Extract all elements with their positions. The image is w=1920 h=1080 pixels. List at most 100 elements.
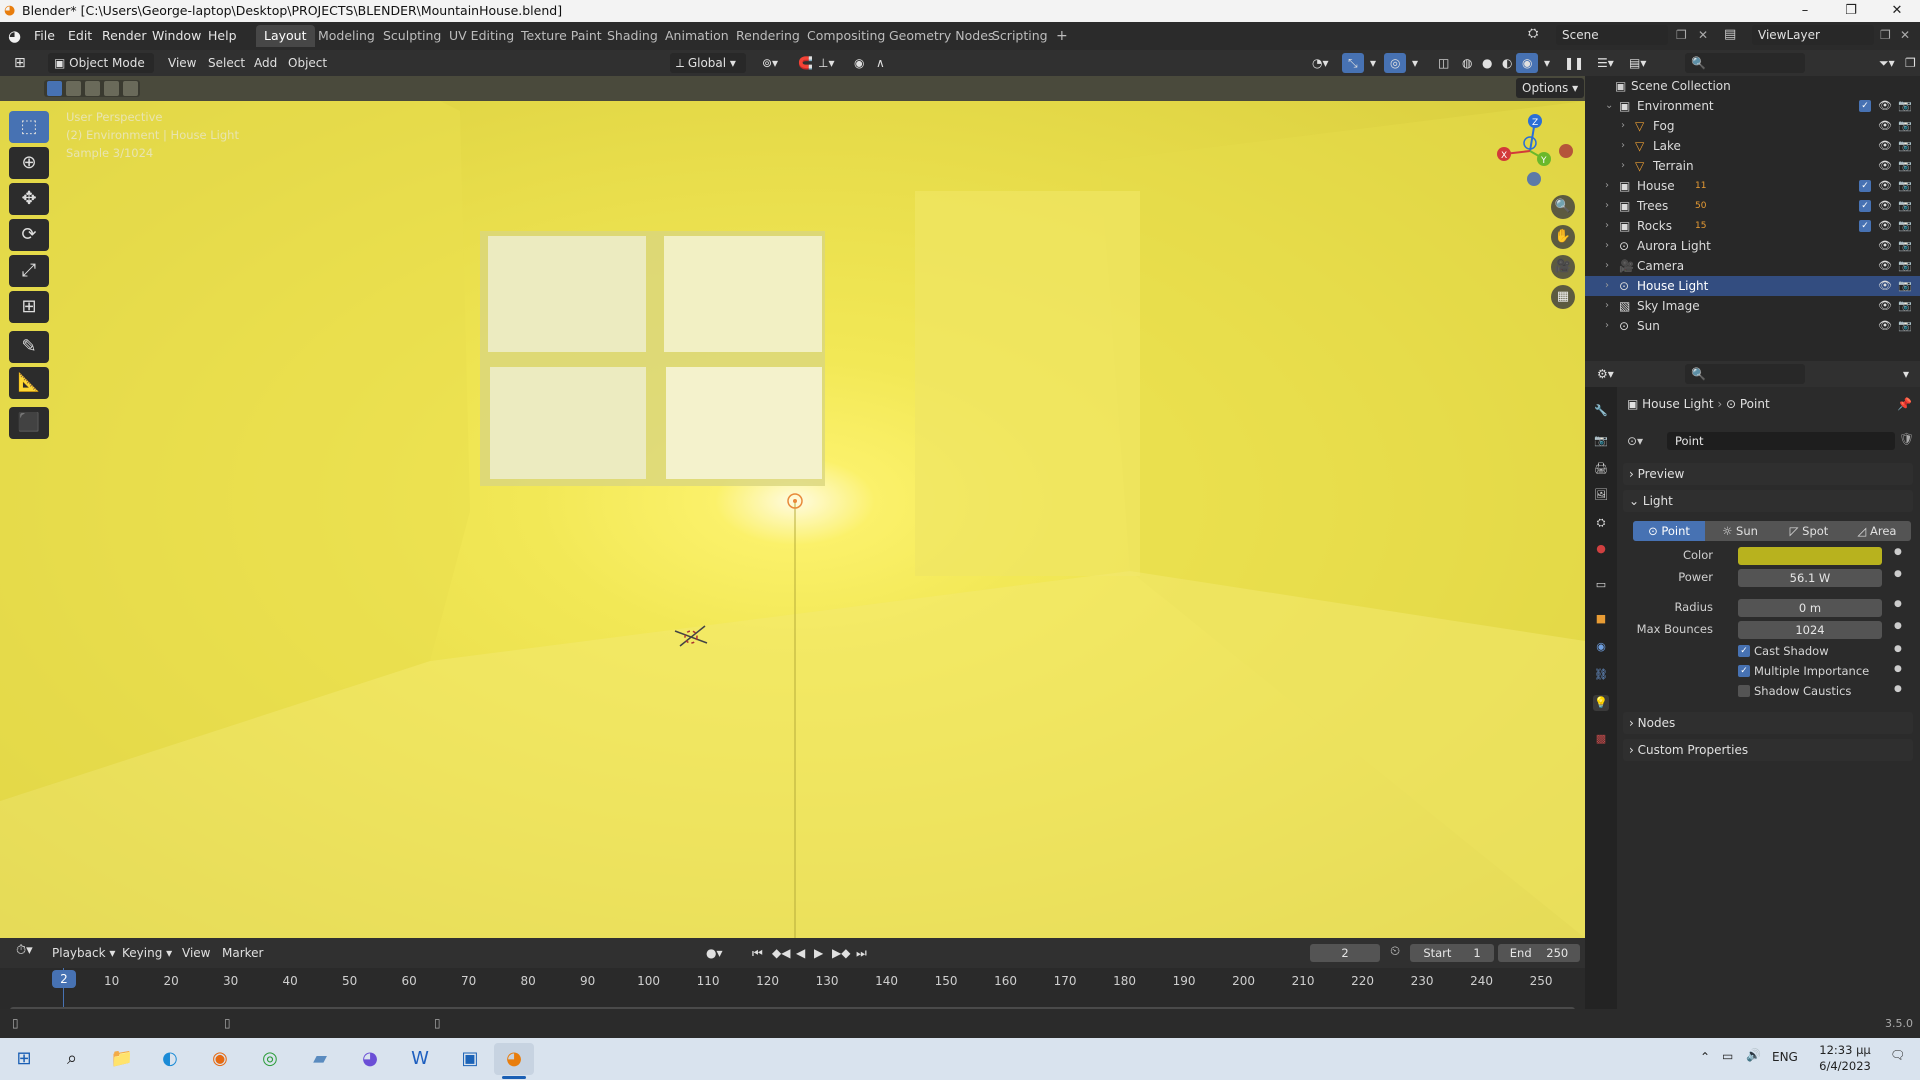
preview-range-icon[interactable]: ⏲ — [1390, 944, 1400, 959]
outliner-row-house-light[interactable]: › ⊙ House Light 👁 📷 — [1585, 276, 1920, 296]
menu-select[interactable]: Select — [202, 53, 251, 73]
clock-date[interactable]: 6/4/2023 — [1815, 1059, 1875, 1073]
light-datablock-icon[interactable]: ⊙▾ — [1627, 431, 1667, 451]
falloff-icon[interactable]: ∧ — [870, 53, 891, 73]
language-indicator[interactable]: ENG — [1772, 1050, 1798, 1064]
new-viewlayer-icon[interactable]: ❐ — [1880, 28, 1891, 42]
firefox-icon[interactable]: ◉ — [200, 1043, 240, 1075]
menu-file[interactable]: File — [34, 28, 55, 43]
visibility-eye-icon[interactable]: 👁 — [1878, 236, 1892, 256]
scene-collection-row[interactable]: ▣ Scene Collection — [1585, 76, 1920, 96]
physics-tab-icon[interactable]: ◉ — [1593, 639, 1609, 655]
expand-toggle-icon[interactable]: › — [1605, 176, 1609, 196]
transform-tool[interactable]: ⊞ — [9, 291, 49, 323]
outliner-editor-type-icon[interactable]: ☰▾ — [1591, 53, 1620, 73]
viewlayer-tab-icon[interactable]: 🖼 — [1593, 487, 1609, 503]
exclude-checkbox[interactable]: ✓ — [1859, 100, 1871, 112]
zoom-view-icon[interactable]: 🔍 — [1551, 195, 1575, 219]
word-icon[interactable]: W — [400, 1043, 440, 1075]
select-extend-icon[interactable] — [66, 81, 81, 96]
remove-viewlayer-icon[interactable]: ✕ — [1900, 28, 1910, 42]
outliner-row-camera[interactable]: › 🎥 Camera 👁 📷 — [1585, 256, 1920, 276]
expand-toggle-icon[interactable]: › — [1605, 276, 1609, 296]
navigation-gizmo[interactable]: Z X Y — [1488, 111, 1578, 191]
exclude-checkbox[interactable]: ✓ — [1859, 200, 1871, 212]
expand-toggle-icon[interactable]: › — [1605, 236, 1609, 256]
proportional-edit-icon[interactable]: ◉ — [848, 53, 870, 73]
outliner-row-house[interactable]: › ▣ House 11 ✓ 👁 📷 — [1585, 176, 1920, 196]
outliner-row-sky-image[interactable]: › ▧ Sky Image 👁 📷 — [1585, 296, 1920, 316]
expand-toggle-icon[interactable]: › — [1621, 156, 1625, 176]
power-field[interactable]: 56.1 W — [1738, 569, 1882, 587]
select-intersect-icon[interactable] — [123, 81, 138, 96]
properties-editor-type-icon[interactable]: ⚙▾ — [1591, 364, 1620, 384]
tab-texture-paint[interactable]: Texture Paint — [513, 25, 610, 47]
maximize-button[interactable]: ❐ — [1828, 0, 1874, 22]
options-dropdown[interactable]: Options ▾ — [1516, 78, 1585, 98]
outliner-row-aurora-light[interactable]: › ⊙ Aurora Light 👁 📷 — [1585, 236, 1920, 256]
new-scene-icon[interactable]: ❐ — [1676, 28, 1687, 42]
outliner-row-fog[interactable]: › ▽ Fog 👁 📷 — [1585, 116, 1920, 136]
camera-view-icon[interactable]: 🎥 — [1551, 255, 1575, 279]
visibility-eye-icon[interactable]: 👁 — [1878, 216, 1892, 236]
render-visibility-icon[interactable]: 📷 — [1898, 116, 1912, 136]
properties-search-input[interactable]: 🔍 — [1685, 364, 1805, 384]
expand-toggle-icon[interactable]: › — [1605, 296, 1609, 316]
tab-sculpting[interactable]: Sculpting — [375, 25, 449, 47]
viewlayer-selector[interactable]: ViewLayer — [1752, 25, 1874, 45]
tray-chevron-icon[interactable]: ⌃ — [1700, 1050, 1710, 1064]
render-visibility-icon[interactable]: 📷 — [1898, 316, 1912, 336]
light-type-sun[interactable]: ☼ Sun — [1705, 521, 1775, 541]
light-type-point[interactable]: ⊙ Point — [1633, 521, 1705, 541]
scene-tab-icon[interactable]: ⛭ — [1593, 515, 1609, 531]
tab-animation[interactable]: Animation — [657, 25, 737, 47]
annotate-tool[interactable]: ✎ — [9, 331, 49, 363]
keyframe-dot-icon[interactable]: ● — [1894, 621, 1902, 631]
panel-custom-properties[interactable]: › Custom Properties — [1623, 739, 1913, 761]
max-bounces-field[interactable]: 1024 — [1738, 621, 1882, 639]
filter-icon[interactable]: ⏷▾ — [1873, 53, 1901, 73]
display-mode-icon[interactable]: ▤▾ — [1623, 53, 1652, 73]
constraints-tab-icon[interactable]: ⛓ — [1593, 667, 1609, 683]
tab-uv-editing[interactable]: UV Editing — [441, 25, 522, 47]
color-swatch[interactable] — [1738, 547, 1882, 565]
panel-light[interactable]: ⌄ Light — [1623, 490, 1913, 512]
menu-object[interactable]: Object — [282, 53, 333, 73]
menu-help[interactable]: Help — [208, 28, 237, 43]
visibility-eye-icon[interactable]: 👁 — [1878, 136, 1892, 156]
visibility-eye-icon[interactable]: 👁 — [1878, 196, 1892, 216]
outliner-row-terrain[interactable]: › ▽ Terrain 👁 📷 — [1585, 156, 1920, 176]
render-visibility-icon[interactable]: 📷 — [1898, 156, 1912, 176]
chrome-icon[interactable]: ◎ — [250, 1043, 290, 1075]
pan-view-icon[interactable]: ✋ — [1551, 225, 1575, 249]
outliner-row-sun[interactable]: › ⊙ Sun 👁 📷 — [1585, 316, 1920, 336]
keyframe-dot-icon[interactable]: ● — [1894, 569, 1902, 579]
pin-icon[interactable]: 📌 — [1897, 397, 1912, 411]
scale-tool[interactable]: ⤢ — [9, 255, 49, 287]
volume-icon[interactable]: 🔊 — [1746, 1048, 1761, 1062]
menu-add[interactable]: Add — [248, 53, 283, 73]
texture-tab-icon[interactable]: ▩ — [1593, 731, 1609, 747]
playhead-frame[interactable]: 2 — [52, 970, 76, 988]
render-visibility-icon[interactable]: 📷 — [1898, 296, 1912, 316]
select-new-icon[interactable] — [47, 81, 62, 96]
exclude-checkbox[interactable]: ✓ — [1859, 220, 1871, 232]
start-frame-field[interactable]: Start 1 — [1410, 944, 1494, 962]
select-invert-icon[interactable] — [104, 81, 119, 96]
menu-render[interactable]: Render — [102, 28, 147, 43]
tab-compositing[interactable]: Compositing — [799, 25, 893, 47]
auto-keying-icon[interactable]: ●▾ — [700, 943, 729, 963]
visibility-eye-icon[interactable]: 👁 — [1878, 156, 1892, 176]
light-type-spot[interactable]: ◸ Spot — [1775, 521, 1843, 541]
overlay-dropdown-icon[interactable]: ▾ — [1406, 53, 1424, 73]
tool-tab-icon[interactable]: 🔧 — [1593, 403, 1609, 419]
menu-view[interactable]: View — [162, 53, 202, 73]
tab-layout[interactable]: Layout — [256, 25, 315, 47]
editor-type-icon[interactable]: ⊞ — [8, 53, 32, 73]
render-tab-icon[interactable]: 📷 — [1593, 433, 1609, 449]
object-tab-icon[interactable]: ■ — [1593, 611, 1609, 627]
xray-icon[interactable]: ◫ — [1432, 53, 1455, 73]
minimize-button[interactable]: – — [1782, 0, 1828, 22]
expand-toggle-icon[interactable]: › — [1605, 196, 1609, 216]
transform-orientation-selector[interactable]: ⟂ Global ▾ — [670, 53, 746, 73]
